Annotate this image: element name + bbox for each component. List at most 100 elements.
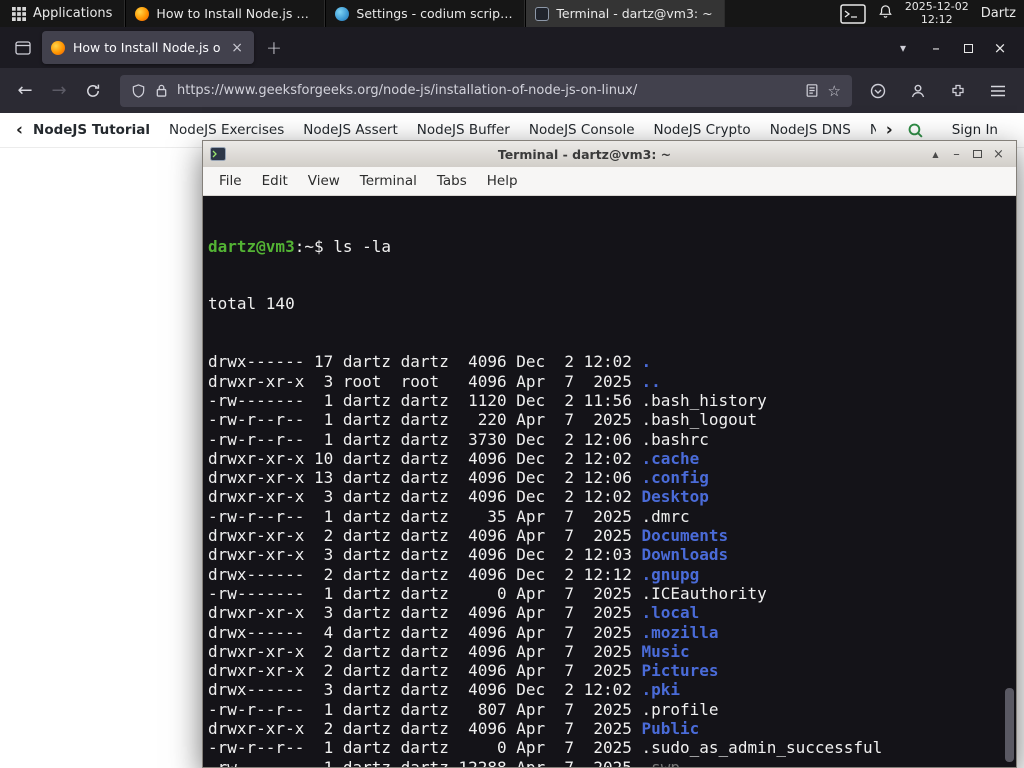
tray-terminal-icon[interactable] <box>840 3 866 24</box>
taskbar-window-label: How to Install Node.js o... <box>156 6 316 21</box>
terminal-menu-help[interactable]: Help <box>477 167 528 196</box>
prompt-suffix: :~$ <box>294 236 334 256</box>
tracking-shield-icon[interactable] <box>131 83 146 99</box>
app-menu-icon[interactable] <box>982 75 1014 107</box>
listing-row: -rw------- 1 dartz dartz 1120 Dec 2 11:5… <box>208 391 1016 410</box>
listing-meta: drwxr-xr-x 13 dartz dartz 4096 Dec 2 12:… <box>208 468 642 488</box>
site-nav-link[interactable]: NodeJS Buffer <box>417 122 510 138</box>
site-nav-link[interactable]: NodeJS Tutorial <box>33 122 150 138</box>
listing-name: Downloads <box>641 545 729 565</box>
terminal-menu-file[interactable]: File <box>209 167 252 196</box>
applications-menu-button[interactable]: Applications <box>0 0 126 27</box>
sign-in-button[interactable]: Sign In <box>952 122 998 138</box>
account-icon[interactable] <box>902 75 934 107</box>
listing-meta: drwxr-xr-x 3 dartz dartz 4096 Apr 7 2025 <box>208 603 642 623</box>
listing-row: drwxr-xr-x 2 dartz dartz 4096 Apr 7 2025… <box>208 642 1016 661</box>
new-tab-button[interactable]: + <box>254 37 294 59</box>
listing-name: Desktop <box>641 487 709 507</box>
terminal-listing: drwx------ 17 dartz dartz 4096 Dec 2 12:… <box>208 352 1016 767</box>
site-nav-link[interactable]: Node <box>870 122 876 138</box>
listing-row: drwx------ 2 dartz dartz 4096 Dec 2 12:1… <box>208 565 1016 584</box>
terminal-scrollbar-thumb[interactable] <box>1005 688 1014 762</box>
firefox-view-icon <box>15 40 31 55</box>
site-nav-link[interactable]: NodeJS Console <box>529 122 635 138</box>
browser-tab-bar: How to Install Node.js or × + ▾ – × <box>0 27 1024 68</box>
tab-close-icon[interactable]: × <box>229 40 245 56</box>
listing-meta: -rw------- 1 dartz dartz 0 Apr 7 2025 <box>208 583 642 603</box>
listing-name: .bashrc <box>641 429 709 449</box>
window-close-button[interactable]: × <box>984 39 1016 57</box>
listing-row: -rw-r--r-- 1 dartz dartz 3730 Dec 2 12:0… <box>208 430 1016 449</box>
extensions-icon[interactable] <box>942 75 974 107</box>
terminal-minimize-button[interactable]: – <box>946 147 967 162</box>
clock[interactable]: 2025-12-02 12:12 <box>904 0 969 26</box>
listing-meta: -rw------- 1 dartz dartz 1120 Dec 2 11:5… <box>208 390 642 410</box>
list-all-tabs-icon[interactable]: ▾ <box>886 41 920 55</box>
site-nav-link[interactable]: NodeJS DNS <box>770 122 851 138</box>
terminal-icon <box>210 147 226 161</box>
browser-tab[interactable]: How to Install Node.js or × <box>42 31 254 64</box>
listing-meta: drwxr-xr-x 2 dartz dartz 4096 Apr 7 2025 <box>208 661 642 681</box>
pocket-icon[interactable] <box>862 75 894 107</box>
listing-name: .config <box>641 468 709 488</box>
taskbar-window-button[interactable]: Settings - codium script... <box>325 0 526 27</box>
terminal-titlebar[interactable]: Terminal - dartz@vm3: ~ ▲ – × <box>203 141 1016 167</box>
terminal-menu-terminal[interactable]: Terminal <box>350 167 427 196</box>
terminal-menu-view[interactable]: View <box>298 167 350 196</box>
listing-row: -rw-r--r-- 1 dartz dartz 807 Apr 7 2025 … <box>208 700 1016 719</box>
listing-meta: drwxr-xr-x 2 dartz dartz 4096 Apr 7 2025 <box>208 641 642 661</box>
terminal-close-button[interactable]: × <box>988 147 1009 162</box>
terminal-maximize-button[interactable] <box>967 147 988 162</box>
user-menu[interactable]: Dartz <box>981 6 1016 21</box>
nav-scroll-left-icon[interactable]: ‹ <box>12 120 27 140</box>
taskbar-window-button[interactable]: How to Install Node.js o... <box>125 0 326 27</box>
terminal-output[interactable]: dartz@vm3:~$ ls -la total 140 drwx------… <box>203 196 1016 767</box>
terminal-shade-button[interactable]: ▲ <box>925 150 946 159</box>
terminal-icon <box>535 6 550 21</box>
reader-mode-icon[interactable] <box>805 83 819 98</box>
codium-icon <box>335 6 350 21</box>
site-nav-link[interactable]: NodeJS Crypto <box>654 122 751 138</box>
listing-name: Documents <box>641 526 729 546</box>
lock-icon[interactable] <box>155 83 168 98</box>
listing-meta: drwxr-xr-x 3 root root 4096 Apr 7 2025 <box>208 371 642 391</box>
listing-meta: -rw-r--r-- 1 dartz dartz 3730 Dec 2 12:0… <box>208 429 642 449</box>
bookmark-star-icon[interactable]: ☆ <box>828 82 841 100</box>
notifications-bell-icon[interactable] <box>878 4 893 23</box>
back-button[interactable]: ← <box>8 75 42 107</box>
terminal-menu-edit[interactable]: Edit <box>252 167 298 196</box>
nav-scroll-right-icon[interactable]: › <box>882 120 897 140</box>
listing-row: drwxr-xr-x 2 dartz dartz 4096 Apr 7 2025… <box>208 719 1016 738</box>
terminal-menu-tabs[interactable]: Tabs <box>427 167 477 196</box>
applications-label: Applications <box>33 6 113 21</box>
site-nav-links: NodeJS Tutorial NodeJS Exercises NodeJS As… <box>33 122 876 138</box>
taskbar: Applications How to Install Node.js o...… <box>0 0 1024 27</box>
terminal-window-controls: ▲ – × <box>925 147 1009 162</box>
url-text[interactable]: https://www.geeksforgeeks.org/node-js/in… <box>177 83 796 98</box>
site-nav-link[interactable]: NodeJS Assert <box>303 122 398 138</box>
reload-button[interactable] <box>76 75 110 107</box>
listing-meta: drwxr-xr-x 3 dartz dartz 4096 Dec 2 12:0… <box>208 487 642 507</box>
window-maximize-button[interactable] <box>952 39 984 57</box>
listing-meta: drwxr-xr-x 2 dartz dartz 4096 Apr 7 2025 <box>208 719 642 739</box>
url-bar[interactable]: https://www.geeksforgeeks.org/node-js/in… <box>120 74 852 107</box>
forward-button[interactable]: → <box>42 75 76 107</box>
listing-row: drwx------ 3 dartz dartz 4096 Dec 2 12:0… <box>208 680 1016 699</box>
listing-row: drwxr-xr-x 3 dartz dartz 4096 Apr 7 2025… <box>208 603 1016 622</box>
listing-meta: drwxr-xr-x 2 dartz dartz 4096 Apr 7 2025 <box>208 526 642 546</box>
listing-row: -rw-r--r-- 1 dartz dartz 0 Apr 7 2025 .s… <box>208 738 1016 757</box>
listing-meta: drwx------ 4 dartz dartz 4096 Apr 7 2025 <box>208 622 642 642</box>
terminal-window: Terminal - dartz@vm3: ~ ▲ – × File Edit Vi… <box>202 140 1017 768</box>
listing-meta: -rw------- 1 dartz dartz 12288 Apr 7 202… <box>208 758 641 767</box>
window-minimize-button[interactable]: – <box>920 39 952 57</box>
search-icon[interactable] <box>897 122 934 139</box>
firefox-view-button[interactable] <box>8 33 38 63</box>
taskbar-window-button[interactable]: Terminal - dartz@vm3: ~ <box>525 0 726 27</box>
browser-window-controls: – × <box>920 39 1016 57</box>
listing-name: .gnupg <box>641 564 700 584</box>
site-nav-link[interactable]: NodeJS Exercises <box>169 122 284 138</box>
clock-date: 2025-12-02 <box>904 0 969 13</box>
listing-row: drwx------ 17 dartz dartz 4096 Dec 2 12:… <box>208 352 1016 371</box>
listing-meta: -rw-r--r-- 1 dartz dartz 220 Apr 7 2025 <box>208 410 642 430</box>
listing-row: drwxr-xr-x 3 dartz dartz 4096 Dec 2 12:0… <box>208 487 1016 506</box>
